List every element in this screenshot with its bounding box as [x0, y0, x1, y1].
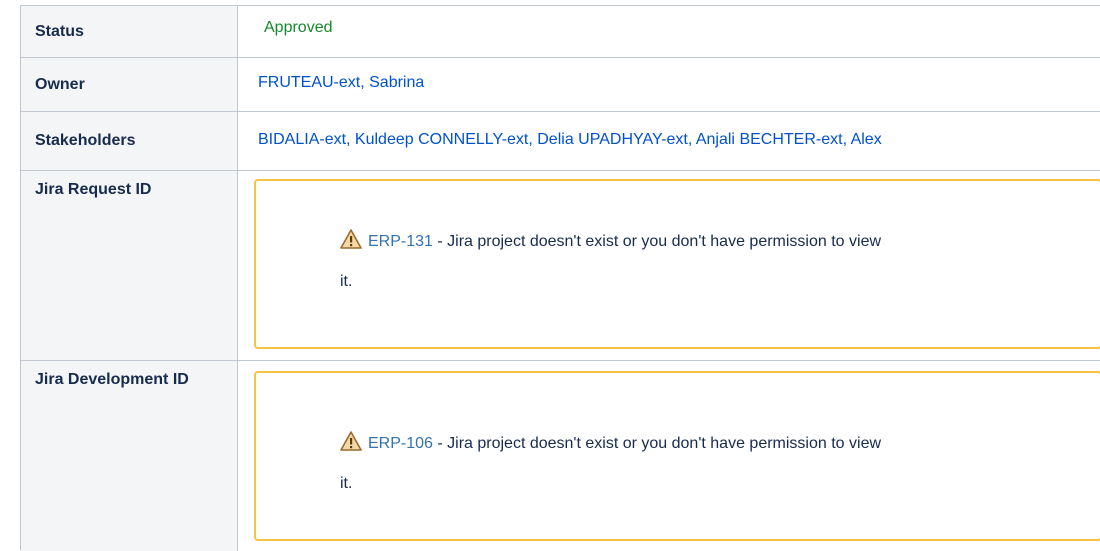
jira-development-warning-line: ERP-106 - Jira project doesn't exist or …: [340, 431, 881, 456]
jira-development-label-text: Jira Development ID: [35, 371, 189, 388]
owner-label: Owner: [21, 58, 238, 111]
stakeholder-link[interactable]: UPADHYAY-ext, Anjali: [578, 131, 735, 148]
jira-request-label: Jira Request ID: [21, 171, 238, 360]
stakeholders-list: BIDALIA-ext, Kuldeep CONNELLY-ext, Delia…: [258, 131, 882, 149]
jira-development-warning-line-end: it.: [340, 475, 353, 492]
stakeholder-link[interactable]: BIDALIA-ext, Kuldeep: [258, 131, 414, 148]
jira-development-cell: ERP-106 - Jira project doesn't exist or …: [238, 361, 1100, 551]
stakeholder-link[interactable]: CONNELLY-ext, Delia: [418, 131, 574, 148]
jira-development-warning-panel: ERP-106 - Jira project doesn't exist or …: [254, 371, 1100, 541]
properties-table: Status Approved Owner FRUTEAU-ext, Sabri…: [20, 5, 1100, 551]
jira-issue-link-erp-131[interactable]: ERP-131: [368, 233, 433, 250]
jira-development-error-message: - Jira project doesn't exist or you don'…: [432, 435, 882, 452]
jira-request-label-text: Jira Request ID: [35, 181, 152, 198]
jira-request-row: Jira Request ID ERP-131 - Jira project d…: [21, 171, 1100, 361]
warning-icon: [340, 431, 362, 456]
jira-request-warning-line-end: it.: [340, 273, 353, 290]
status-row: Status Approved: [21, 6, 1100, 58]
status-value: Approved: [264, 19, 333, 36]
jira-request-error-message: - Jira project doesn't exist or you don'…: [432, 233, 882, 250]
status-cell: Approved: [238, 6, 1100, 57]
jira-issue-link-erp-106[interactable]: ERP-106: [368, 435, 433, 452]
owner-row: Owner FRUTEAU-ext, Sabrina: [21, 58, 1100, 112]
jira-development-row: Jira Development ID ERP-106 - Jira proje…: [21, 361, 1100, 551]
stakeholders-label: Stakeholders: [21, 112, 238, 170]
jira-request-warning-line: ERP-131 - Jira project doesn't exist or …: [340, 229, 881, 254]
jira-request-warning-panel: ERP-131 - Jira project doesn't exist or …: [254, 179, 1100, 349]
jira-request-cell: ERP-131 - Jira project doesn't exist or …: [238, 171, 1100, 360]
warning-icon: [340, 229, 362, 254]
stakeholders-cell: BIDALIA-ext, Kuldeep CONNELLY-ext, Delia…: [238, 112, 1100, 170]
status-label: Status: [21, 6, 238, 57]
owner-cell: FRUTEAU-ext, Sabrina: [238, 58, 1100, 111]
stakeholders-row: Stakeholders BIDALIA-ext, Kuldeep CONNEL…: [21, 112, 1100, 171]
jira-development-label: Jira Development ID: [21, 361, 238, 551]
stakeholder-link[interactable]: BECHTER-ext, Alex: [739, 131, 881, 148]
owner-user-link[interactable]: FRUTEAU-ext, Sabrina: [258, 74, 424, 92]
